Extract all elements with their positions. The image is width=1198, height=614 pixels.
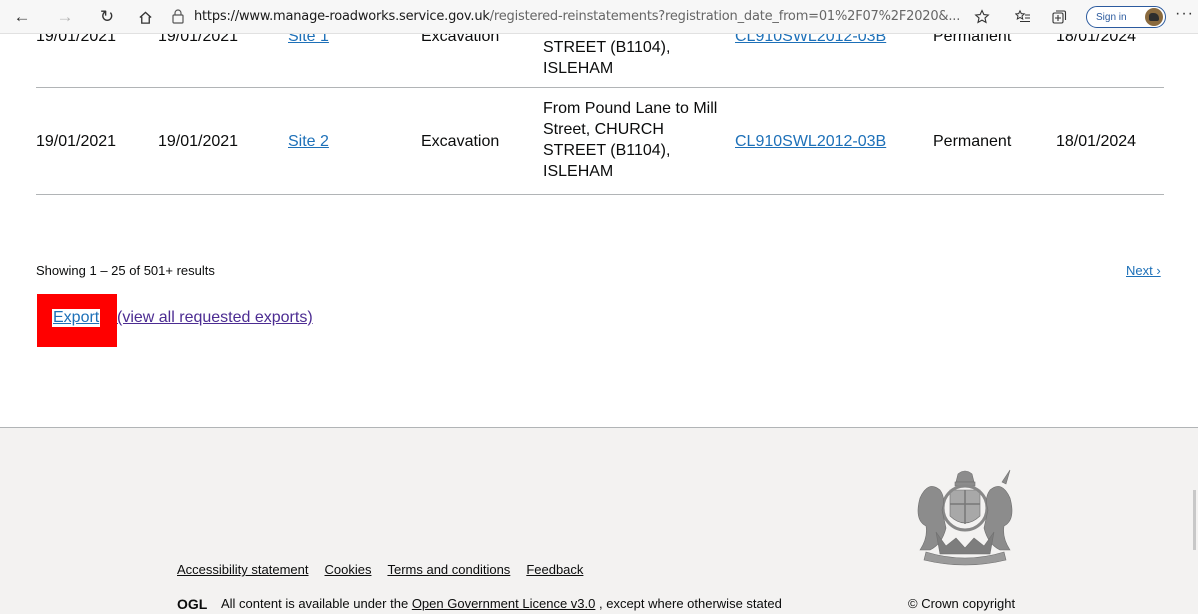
- table-cell-type: Excavation: [421, 133, 500, 150]
- table-cell-location: From Pound Lane to Mill Street, CHURCH S…: [543, 100, 718, 180]
- address-bar[interactable]: https://www.manage-roadworks.service.gov…: [194, 9, 960, 24]
- url-host: https://www.manage-roadworks.service.gov…: [194, 9, 490, 24]
- collections-icon[interactable]: [1047, 5, 1071, 29]
- results-count: Showing 1 – 25 of 501+ results: [36, 263, 215, 278]
- licence-text: All content is available under the Open …: [221, 596, 782, 611]
- refresh-icon[interactable]: ↻: [95, 5, 119, 29]
- next-page-link[interactable]: Next ›: [1126, 263, 1161, 278]
- table-cell-location: STREET (B1104), ISLEHAM: [543, 39, 671, 77]
- site-link[interactable]: Site 2: [288, 131, 329, 152]
- feedback-link[interactable]: Feedback: [526, 562, 583, 577]
- avatar: [1145, 8, 1163, 26]
- table-cell-status: Permanent: [933, 133, 1012, 150]
- sign-in-label: Sign in: [1096, 11, 1127, 23]
- table-row: 19/01/2021 19/01/2021 Site 2 Excavation …: [36, 88, 1164, 195]
- licence-row: OGL All content is available under the O…: [177, 596, 782, 611]
- svg-text:OGL: OGL: [177, 597, 208, 611]
- url-path: /registered-reinstatements?registration_…: [489, 9, 961, 24]
- reference-link[interactable]: CL910SWL2012-03B: [735, 131, 886, 152]
- home-icon[interactable]: [133, 5, 157, 29]
- cookies-link[interactable]: Cookies: [325, 562, 372, 577]
- page-info-icon[interactable]: [171, 8, 187, 26]
- scrollbar[interactable]: [1193, 490, 1196, 550]
- crown-copyright: © Crown copyright: [908, 596, 1016, 611]
- forward-icon[interactable]: →: [53, 5, 77, 29]
- browser-toolbar: ← → ↻ https://www.manage-roadworks.servi…: [0, 0, 1198, 34]
- footer: Accessibility statement Cookies Terms an…: [0, 427, 1198, 614]
- footer-links: Accessibility statement Cookies Terms an…: [177, 562, 583, 577]
- favorite-star-icon[interactable]: [970, 5, 994, 29]
- back-icon[interactable]: ←: [10, 5, 34, 29]
- more-options-icon[interactable]: ···: [1175, 5, 1194, 23]
- sign-in-button[interactable]: Sign in: [1086, 6, 1166, 28]
- favorites-icon[interactable]: [1011, 5, 1035, 29]
- export-link[interactable]: Export: [52, 309, 101, 327]
- ogl-logo-icon: OGL: [177, 597, 208, 611]
- royal-coat-of-arms-icon: [917, 469, 1013, 566]
- terms-link[interactable]: Terms and conditions: [387, 562, 510, 577]
- table-cell-end-date: 18/01/2024: [1056, 133, 1137, 150]
- table-cell-date: 19/01/2021: [36, 133, 117, 150]
- table-cell-date: 19/01/2021: [158, 133, 239, 150]
- open-government-licence-link[interactable]: Open Government Licence v3.0: [412, 596, 596, 611]
- view-all-exports-link[interactable]: (view all requested exports): [117, 309, 313, 327]
- accessibility-statement-link[interactable]: Accessibility statement: [177, 562, 309, 577]
